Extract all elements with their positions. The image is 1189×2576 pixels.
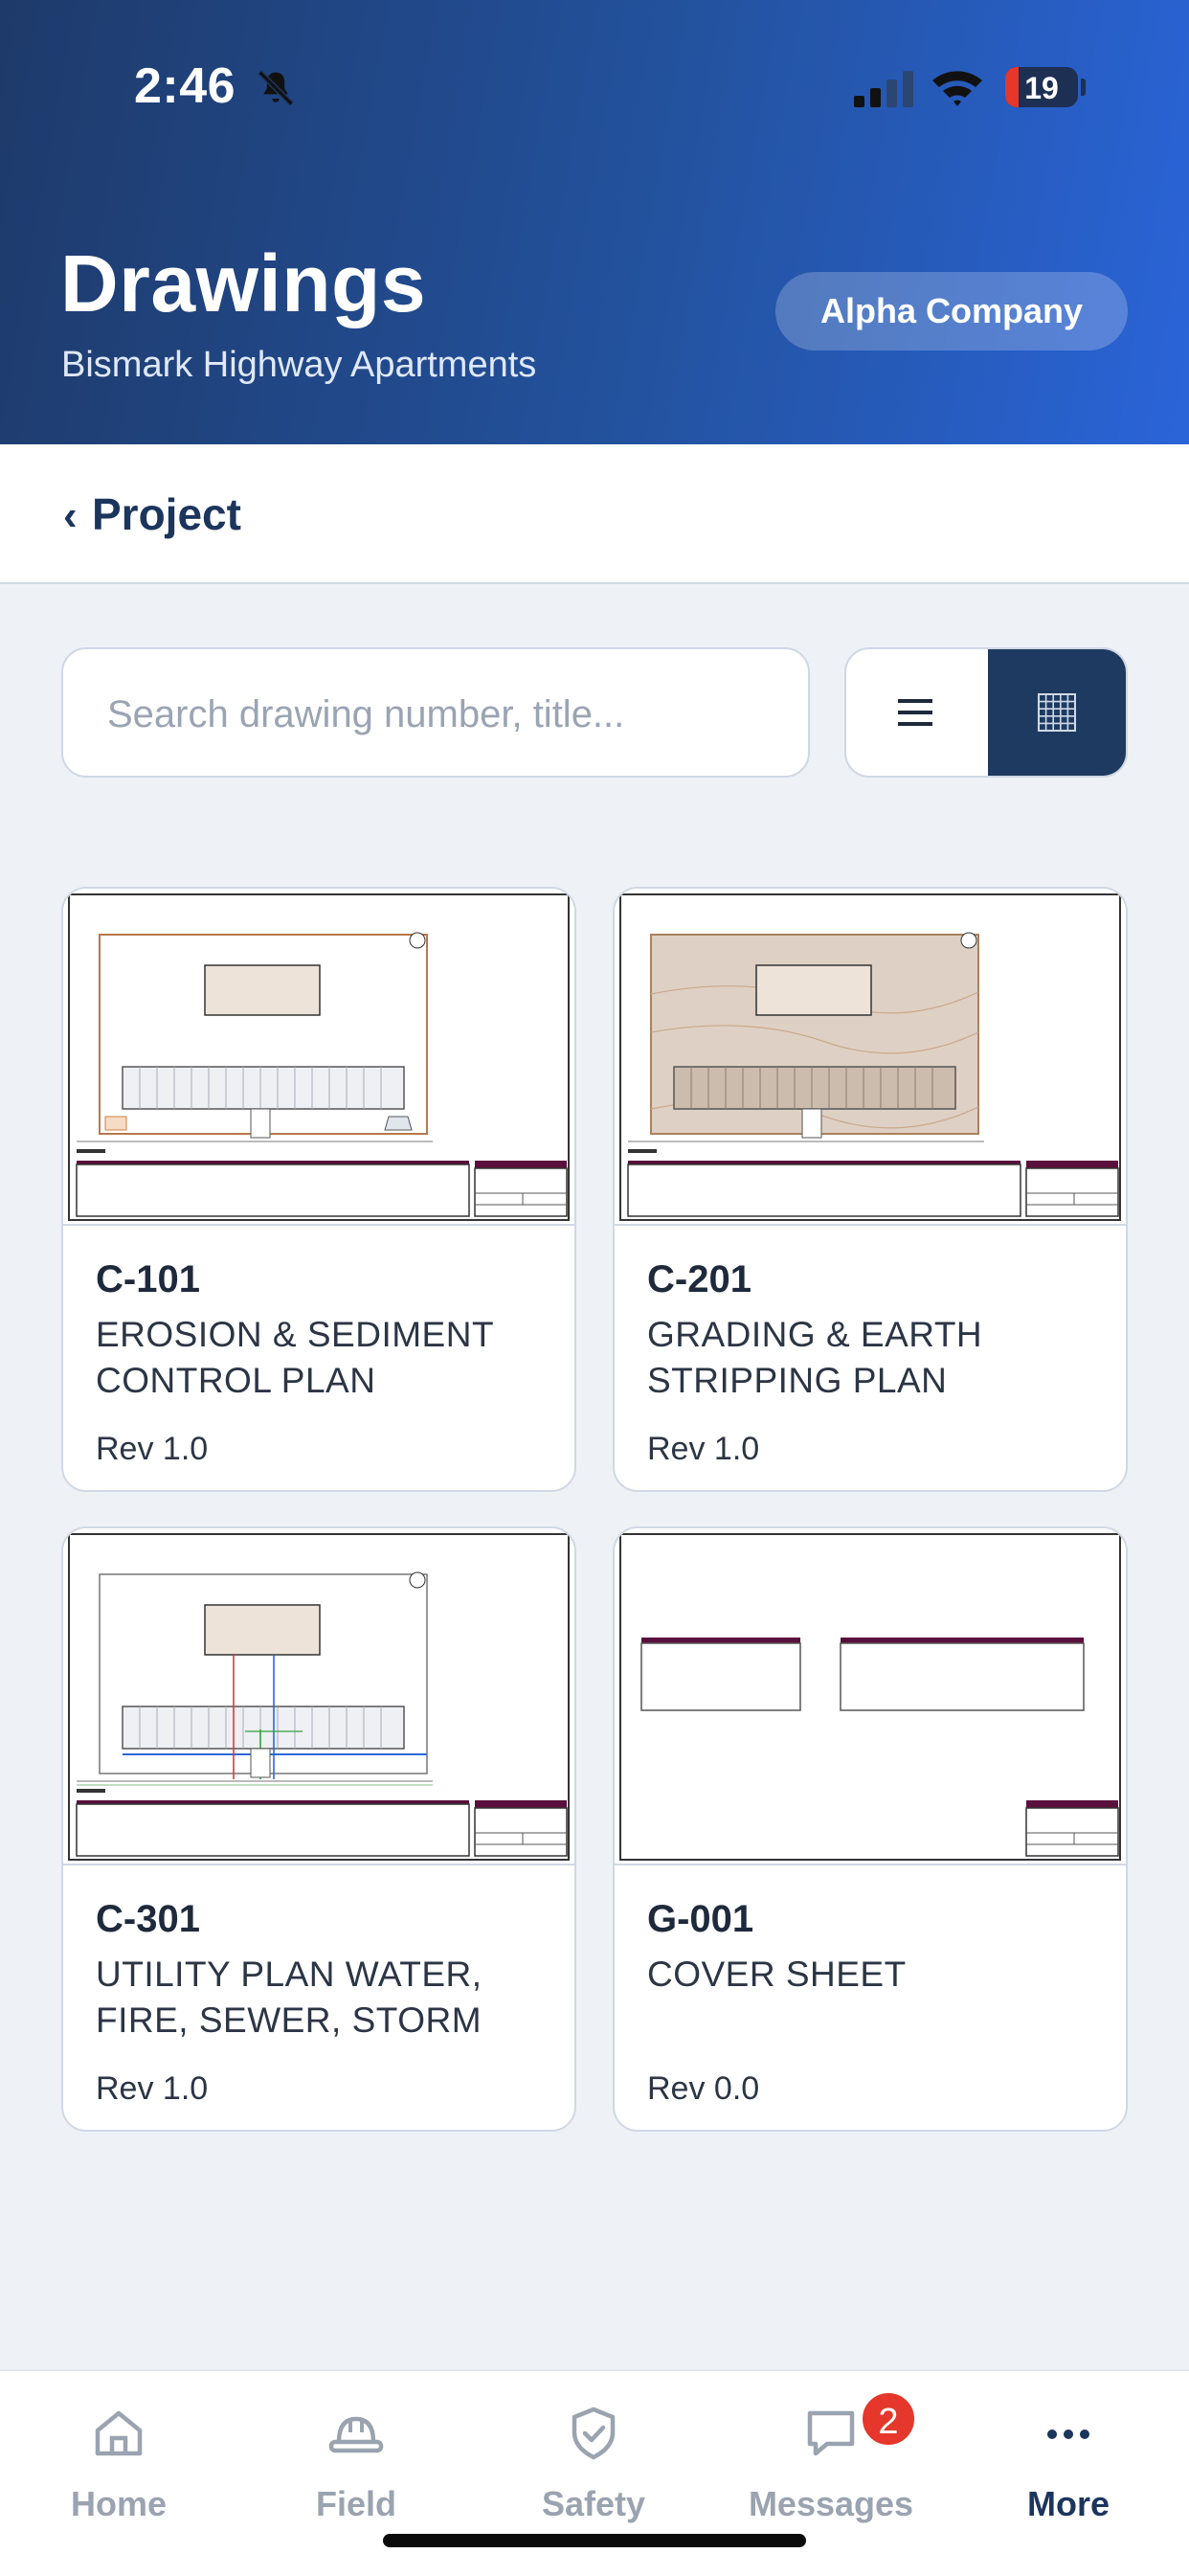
battery-indicator: 19	[1005, 67, 1078, 107]
tab-label: Safety	[541, 2484, 646, 2523]
grid-icon	[1038, 693, 1076, 732]
status-time: 2:46	[134, 58, 236, 114]
drawing-title: GRADING & EARTH STRIPPING PLAN	[647, 1315, 983, 1400]
drawing-title: UTILITY PLAN WATER, FIRE, SEWER, STORM	[96, 1955, 482, 2040]
home-indicator	[383, 2534, 806, 2547]
message-icon	[807, 2410, 855, 2456]
drawing-number: C-101	[96, 1258, 200, 1300]
drawing-number: C-201	[647, 1258, 752, 1300]
search-input[interactable]	[105, 682, 779, 747]
drawing-title: COVER SHEET	[647, 1955, 907, 1994]
battery-nub	[1081, 79, 1086, 96]
drawing-card[interactable]: C-301 UTILITY PLAN WATER, FIRE, SEWER, S…	[61, 1526, 576, 2132]
drawing-thumbnail	[615, 1528, 1126, 1865]
drawing-sheet-preview	[68, 893, 570, 1221]
drawing-card[interactable]: C-101 EROSION & SEDIMENT CONTROL PLAN Re…	[61, 887, 576, 1492]
drawing-revision: Rev 1.0	[96, 1431, 209, 1467]
tab-label: Field	[315, 2484, 396, 2523]
drawing-sheet-preview	[619, 893, 1121, 1221]
company-selector-button[interactable]: Alpha Company	[775, 272, 1128, 350]
back-label: Project	[92, 489, 241, 539]
drawing-number: G-001	[647, 1898, 754, 1940]
tab-label: Home	[70, 2484, 168, 2523]
tab-label: Messages	[748, 2484, 914, 2523]
tab-label: More	[1026, 2484, 1110, 2523]
drawing-title: EROSION & SEDIMENT CONTROL PLAN	[96, 1315, 494, 1400]
drawing-sheet-preview	[68, 1533, 570, 1861]
header: 2:46 19 Drawings Bismark Highway Apartme…	[0, 0, 1189, 444]
view-toggle	[844, 647, 1128, 778]
drawing-revision: Rev 0.0	[647, 2070, 760, 2107]
tab-home[interactable]: Home	[0, 2371, 237, 2576]
search-box	[61, 647, 810, 778]
hardhat-icon	[328, 2416, 384, 2453]
page-title: Drawings	[60, 238, 427, 328]
list-icon	[898, 699, 932, 726]
drawing-thumbnail	[63, 889, 574, 1226]
more-icon	[1047, 2429, 1089, 2439]
back-navigation-bar: ‹ Project	[0, 444, 1189, 584]
battery-level: 19	[1024, 71, 1059, 105]
drawing-card[interactable]: G-001 COVER SHEET Rev 0.0	[613, 1526, 1128, 2132]
drawing-revision: Rev 1.0	[96, 2070, 209, 2107]
shield-check-icon	[572, 2407, 616, 2460]
grid-view-button[interactable]	[988, 649, 1126, 776]
project-subtitle: Bismark Highway Apartments	[61, 345, 537, 385]
drawing-card[interactable]: C-201 GRADING & EARTH STRIPPING PLAN Rev…	[613, 887, 1128, 1492]
drawing-revision: Rev 1.0	[647, 1431, 760, 1467]
list-view-button[interactable]	[846, 649, 988, 776]
drawing-thumbnail	[63, 1528, 574, 1865]
bell-slash-icon	[258, 70, 294, 106]
chevron-left-icon: ‹	[63, 492, 78, 539]
tab-more[interactable]: More	[950, 2371, 1187, 2576]
drawing-number: C-301	[96, 1898, 200, 1940]
home-icon	[95, 2410, 143, 2456]
unread-badge: 2	[860, 2390, 917, 2448]
cellular-signal-icon	[854, 71, 913, 107]
drawing-thumbnail	[615, 889, 1126, 1226]
wifi-icon	[932, 71, 982, 106]
drawing-sheet-preview	[619, 1533, 1121, 1861]
